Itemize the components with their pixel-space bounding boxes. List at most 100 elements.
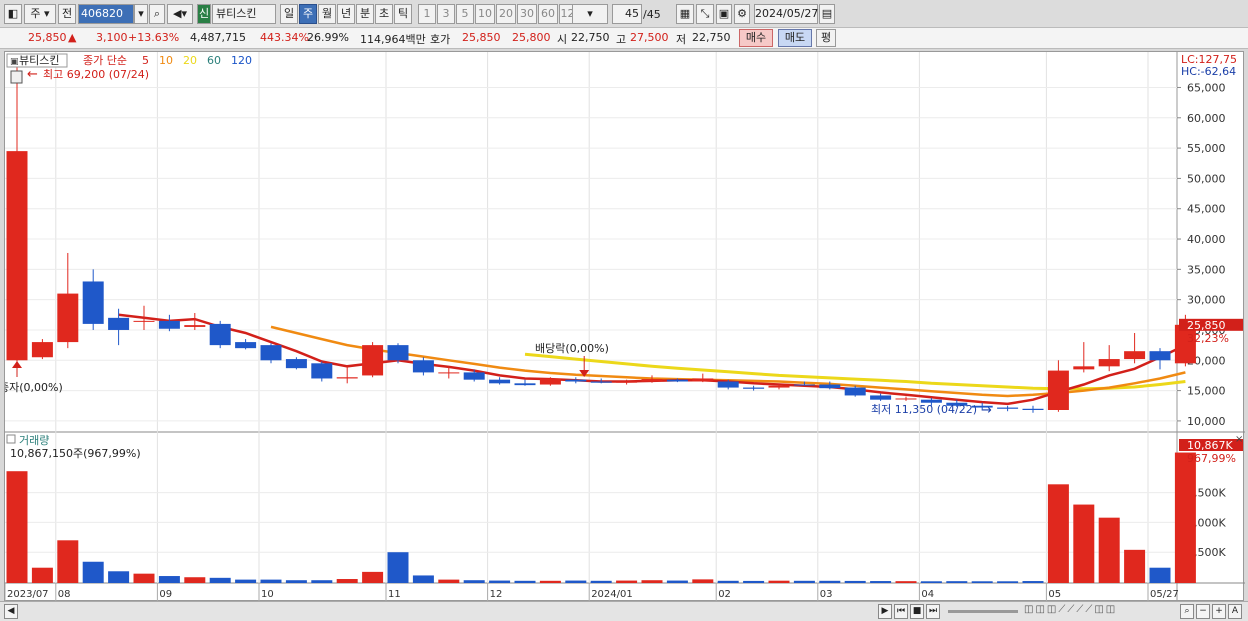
scroll-bar[interactable]: ◀ ▶ ⏮ ■ ⏭ ◫◫◫⟋⟋⟋⟋◫◫ ⌕ − + A [0, 601, 1248, 621]
ma-legend-5: 5 [142, 54, 149, 67]
prev-button[interactable]: 전 [58, 4, 76, 24]
calendar-icon[interactable]: ▤ [819, 4, 835, 24]
sell-button[interactable]: 매도 [778, 29, 812, 47]
volume-value: 4,487,715 [190, 31, 246, 44]
scroll-left-icon[interactable]: ◀ [4, 604, 18, 619]
period-btn-0[interactable]: 일 [280, 4, 298, 24]
chart-area[interactable]: 2023/07 08 09 10 11 12 2024/01 02 03 04 05 05/27 65,… [0, 51, 1245, 602]
volume-bar [793, 580, 815, 583]
volume-bar [438, 579, 460, 583]
ma-legend-60: 60 [207, 54, 221, 67]
price-panel-title: 뷰티스킨 [19, 54, 59, 67]
eval-button[interactable]: 평 [816, 29, 836, 47]
zoom-in-icon[interactable]: + [1212, 604, 1226, 619]
speaker-icon[interactable]: ◀▾ [167, 4, 193, 24]
interval-btn-5[interactable]: 5 [456, 4, 474, 24]
volume-bar [717, 580, 739, 583]
x-tick-label: 10 [261, 589, 274, 600]
period-btn-5[interactable]: 초 [375, 4, 393, 24]
x-tick-label: 08 [58, 589, 71, 600]
volume-bar [311, 580, 333, 583]
volume-bar [1124, 549, 1146, 583]
interval-btn-3[interactable]: 3 [437, 4, 455, 24]
last-pct-text: 32,23% [1187, 332, 1229, 345]
volume-bar [209, 577, 231, 583]
save-icon[interactable]: ▣ [716, 4, 732, 24]
zoom-slider[interactable] [948, 610, 1018, 613]
candle-body [311, 363, 333, 379]
period-btn-2[interactable]: 월 [318, 4, 336, 24]
gear-icon[interactable]: ⚙ [734, 4, 750, 24]
period-btn-4[interactable]: 분 [356, 4, 374, 24]
first-icon[interactable]: ⏮ [894, 604, 908, 619]
count-input[interactable]: 45 [612, 4, 642, 24]
zoom-out-icon[interactable]: − [1196, 604, 1210, 619]
volume-bar [133, 573, 155, 583]
x-tick-label: 02 [718, 589, 731, 600]
candle-body [717, 381, 739, 388]
custom-interval-select[interactable]: ▾ [572, 4, 608, 24]
chart-settings-icon: ▣ [10, 57, 19, 67]
period-btn-1[interactable]: 주 [299, 4, 317, 24]
last-volume-pct: 967,99% [1187, 452, 1236, 465]
ma-legend-120: 120 [231, 54, 252, 67]
period-btn-6[interactable]: 틱 [394, 4, 412, 24]
volume-bar [1047, 484, 1069, 583]
stock-code-input[interactable]: 406820 [78, 4, 134, 24]
period-select[interactable]: 주 ▾ [24, 4, 56, 24]
volume-bar [463, 580, 485, 583]
volume-bar [1174, 452, 1196, 583]
volume-close-icon: × [1235, 434, 1243, 445]
date-input[interactable]: 2024/05/27 [754, 4, 818, 24]
stock-name-field[interactable]: 뷰티스킨 [212, 4, 276, 24]
tool-icon[interactable]: ▦ [676, 4, 694, 24]
candle-body [184, 325, 206, 327]
candlestick-chart[interactable]: 2023/07 08 09 10 11 12 2024/01 02 03 04 05 05/27 65,… [0, 52, 1245, 602]
window-menu-icon[interactable]: ◧ [4, 4, 22, 24]
volume-bar [57, 540, 79, 583]
interval-btn-1[interactable]: 1 [418, 4, 436, 24]
interval-btn-30[interactable]: 30 [517, 4, 537, 24]
drawing-tools-icon[interactable]: ◫◫◫⟋⟋⟋⟋◫◫ [1024, 604, 1174, 619]
volume-bar [1022, 581, 1044, 583]
candle-body [387, 345, 409, 361]
x-tick-label: 03 [820, 589, 833, 600]
candle-body [31, 342, 53, 358]
y-tick-label: 30,000 [1187, 294, 1226, 307]
volume-bar [895, 581, 917, 583]
period-select-label: 주 [30, 7, 41, 20]
volume-bar [616, 580, 638, 583]
last-icon[interactable]: ⏭ [926, 604, 940, 619]
high-label: 고 [616, 33, 627, 46]
x-tick-label: 11 [388, 589, 401, 600]
ask-price: 25,850 [462, 31, 501, 44]
code-dropdown-icon[interactable]: ▾ [134, 4, 148, 24]
candle-body [768, 385, 790, 388]
interval-btn-10[interactable]: 10 [475, 4, 495, 24]
candle-body [235, 342, 257, 349]
buy-button[interactable]: 매수 [739, 29, 773, 47]
candle-body [666, 379, 688, 382]
candle-body [692, 378, 714, 382]
y-tick-label: 50,000 [1187, 172, 1226, 185]
period-btn-3[interactable]: 년 [337, 4, 355, 24]
low-label: 저 [676, 33, 687, 46]
candle-body [6, 151, 28, 361]
scroll-right-icon[interactable]: ▶ [878, 604, 892, 619]
y-tick-label: 10,000 [1187, 415, 1226, 428]
y-tick-label: 65,000 [1187, 81, 1226, 94]
stop-icon[interactable]: ■ [910, 604, 924, 619]
zoom-search-icon[interactable]: ⌕ [1180, 604, 1194, 619]
volume-ratio: 443.34% [260, 31, 309, 44]
interval-btn-60[interactable]: 60 [538, 4, 558, 24]
candle-body [793, 384, 815, 386]
draw-icon[interactable]: ⤡ [696, 4, 714, 24]
interval-btn-20[interactable]: 20 [496, 4, 516, 24]
font-size-icon[interactable]: A [1228, 604, 1242, 619]
candle-body [57, 293, 79, 343]
volume-bar [6, 471, 28, 583]
volume-bar [489, 580, 511, 583]
search-icon[interactable]: ⌕ [149, 4, 165, 24]
volume-bar [362, 571, 384, 583]
volume-bar [412, 575, 434, 583]
